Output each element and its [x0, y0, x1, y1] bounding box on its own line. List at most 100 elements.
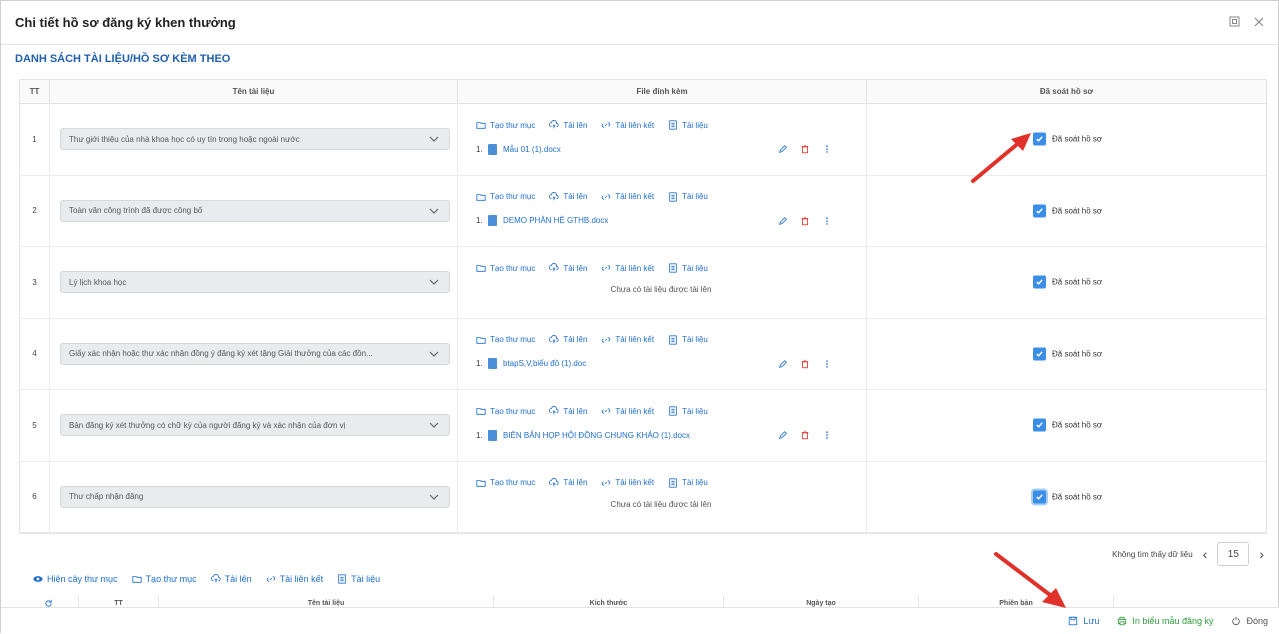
reviewed-checkbox[interactable]: Đã soát hồ sơ — [1033, 275, 1102, 289]
page-size-input[interactable]: 15 — [1217, 542, 1250, 566]
document-type-select[interactable]: Thư giới thiệu của nhà khoa học có uy tí… — [60, 128, 450, 151]
upload-link-button[interactable]: Tải liên kết — [601, 263, 654, 273]
reviewed-label: Đã soát hồ sơ — [1052, 206, 1103, 216]
delete-icon[interactable] — [800, 359, 810, 369]
document-button[interactable]: Tài liệu — [668, 263, 708, 273]
document-button[interactable]: Tài liệu — [668, 191, 708, 202]
link-icon — [602, 479, 611, 486]
document-type-select[interactable]: Thư chấp nhận đăng — [60, 485, 450, 508]
document-type-value: Toàn văn công trình đã được công bố — [69, 206, 203, 216]
edit-icon[interactable] — [778, 144, 788, 154]
reviewed-cell: Đã soát hồ sơ — [867, 390, 1266, 461]
create-folder-button[interactable]: Tạo thư mục — [476, 406, 535, 416]
more-icon[interactable] — [822, 430, 832, 440]
close-button[interactable]: Đóng — [1231, 616, 1268, 626]
upload-button[interactable]: Tải lên — [549, 263, 587, 273]
create-folder-button[interactable]: Tạo thư mục — [476, 263, 535, 273]
upload-link-button[interactable]: Tải liên kết — [601, 406, 654, 416]
empty-message: Chưa có tài liệu được tải lên — [610, 499, 712, 509]
edit-icon[interactable] — [778, 359, 788, 369]
upload-label: Tải lên — [563, 120, 588, 130]
file-item: 1. DEMO PHÂN HỆ GTHB.docx — [476, 214, 866, 228]
save-button[interactable]: Lưu — [1068, 616, 1099, 626]
delete-icon[interactable] — [800, 430, 810, 440]
more-icon[interactable] — [822, 216, 832, 226]
delete-icon[interactable] — [800, 144, 810, 154]
printer-icon — [1118, 616, 1127, 626]
create-folder-button[interactable]: Tạo thư mục — [131, 574, 197, 584]
reviewed-cell: Đã soát hồ sơ — [867, 247, 1266, 318]
upload-link-button[interactable]: Tải liên kết — [601, 192, 654, 202]
chevron-down-icon — [429, 494, 439, 500]
checkbox-checked-icon[interactable] — [1033, 418, 1046, 432]
more-icon[interactable] — [822, 144, 832, 154]
checkbox-checked-icon[interactable] — [1033, 490, 1046, 504]
edit-icon[interactable] — [778, 216, 788, 226]
upload-link-button[interactable]: Tải liên kết — [601, 120, 654, 130]
reviewed-cell: Đã soát hồ sơ — [867, 104, 1266, 175]
upload-icon — [210, 574, 221, 583]
upload-link-button[interactable]: Tải liên kết — [266, 574, 323, 584]
document-label: Tài liệu — [682, 192, 708, 201]
upload-button[interactable]: Tải lên — [549, 406, 587, 416]
reviewed-checkbox[interactable]: Đã soát hồ sơ — [1033, 490, 1102, 504]
checkbox-checked-icon[interactable] — [1033, 347, 1046, 361]
document-button[interactable]: Tài liệu — [668, 334, 708, 345]
document-button[interactable]: Tài liệu — [668, 406, 708, 416]
create-folder-button[interactable]: Tạo thư mục — [476, 120, 535, 130]
chevron-down-icon — [429, 208, 439, 214]
reviewed-checkbox[interactable]: Đã soát hồ sơ — [1033, 204, 1103, 218]
file-link[interactable]: Mẫu 01 (1).docx — [503, 145, 778, 154]
document-type-select[interactable]: Giấy xác nhận hoặc thư xác nhận đồng ý đ… — [60, 342, 450, 365]
document-type-select[interactable]: Lý lịch khoa học — [60, 271, 450, 294]
close-icon[interactable] — [1254, 15, 1264, 30]
row-number: 2 — [20, 175, 50, 246]
link-icon — [266, 576, 275, 582]
delete-icon[interactable] — [800, 216, 810, 226]
upload-label: Tải lên — [563, 192, 588, 201]
file-link[interactable]: BIÊN BẢN HỌP HỘI ĐỒNG CHUNG KHẢO (1).doc… — [503, 431, 778, 440]
checkbox-checked-icon[interactable] — [1033, 204, 1046, 218]
create-folder-button[interactable]: Tạo thư mục — [476, 192, 535, 202]
table-row: 5 Bản đăng ký xét thưởng có chữ ký của n… — [20, 390, 1266, 462]
pager-label: Không tìm thấy dữ liệu — [1112, 549, 1193, 559]
reviewed-cell: Đã soát hồ sơ — [867, 319, 1266, 390]
attachment-toolbar: Tạo thư mục Tải lên Tải liên kết Tài liệ… — [476, 261, 866, 275]
document-button[interactable]: Tài liệu — [337, 574, 380, 584]
upload-button[interactable]: Tải lên — [549, 334, 587, 345]
upload-icon — [549, 477, 559, 486]
more-icon[interactable] — [822, 359, 832, 369]
upload-link-label: Tải liên kết — [615, 335, 655, 344]
show-tree-button[interactable]: Hiện cây thư mục — [33, 574, 118, 584]
create-folder-button[interactable]: Tạo thư mục — [476, 478, 535, 488]
attachment-toolbar: Tạo thư mục Tải lên Tải liên kết Tài liệ… — [476, 404, 866, 418]
document-type-select[interactable]: Bản đăng ký xét thưởng có chữ ký của ngư… — [60, 414, 450, 437]
document-type-value: Thư giới thiệu của nhà khoa học có uy tí… — [69, 134, 300, 144]
file-link[interactable]: btapS,V,biểu đồ (1).doc — [503, 359, 778, 368]
reviewed-checkbox[interactable]: Đã soát hồ sơ — [1033, 418, 1103, 432]
create-folder-button[interactable]: Tạo thư mục — [476, 335, 535, 345]
document-button[interactable]: Tài liệu — [668, 477, 708, 488]
detail-dialog: Chi tiết hồ sơ đăng ký khen thưởng DANH … — [0, 0, 1279, 634]
document-button[interactable]: Tài liệu — [668, 120, 708, 130]
upload-link-button[interactable]: Tải liên kết — [601, 335, 654, 345]
checkbox-checked-icon[interactable] — [1033, 132, 1046, 146]
reviewed-checkbox[interactable]: Đã soát hồ sơ — [1033, 347, 1102, 361]
upload-link-button[interactable]: Tải liên kết — [601, 478, 654, 488]
reviewed-label: Đã soát hồ sơ — [1052, 420, 1103, 430]
print-form-button[interactable]: In biểu mẫu đăng ký — [1117, 616, 1213, 626]
upload-button[interactable]: Tải lên — [549, 191, 588, 202]
document-type-select[interactable]: Toàn văn công trình đã được công bố — [60, 199, 450, 222]
prev-page-icon[interactable]: ‹ — [1203, 546, 1208, 562]
edit-icon[interactable] — [778, 430, 788, 440]
upload-button[interactable]: Tải lên — [549, 120, 587, 130]
checkbox-checked-icon[interactable] — [1033, 275, 1046, 289]
file-link[interactable]: DEMO PHÂN HỆ GTHB.docx — [503, 216, 778, 225]
maximize-icon[interactable] — [1229, 15, 1240, 30]
reviewed-checkbox[interactable]: Đã soát hồ sơ — [1033, 132, 1102, 146]
document-label: Tài liệu — [682, 335, 708, 344]
upload-button[interactable]: Tải lên — [549, 477, 587, 488]
upload-button[interactable]: Tải lên — [210, 574, 252, 584]
file-icon — [488, 215, 497, 226]
next-page-icon[interactable]: › — [1259, 546, 1264, 562]
